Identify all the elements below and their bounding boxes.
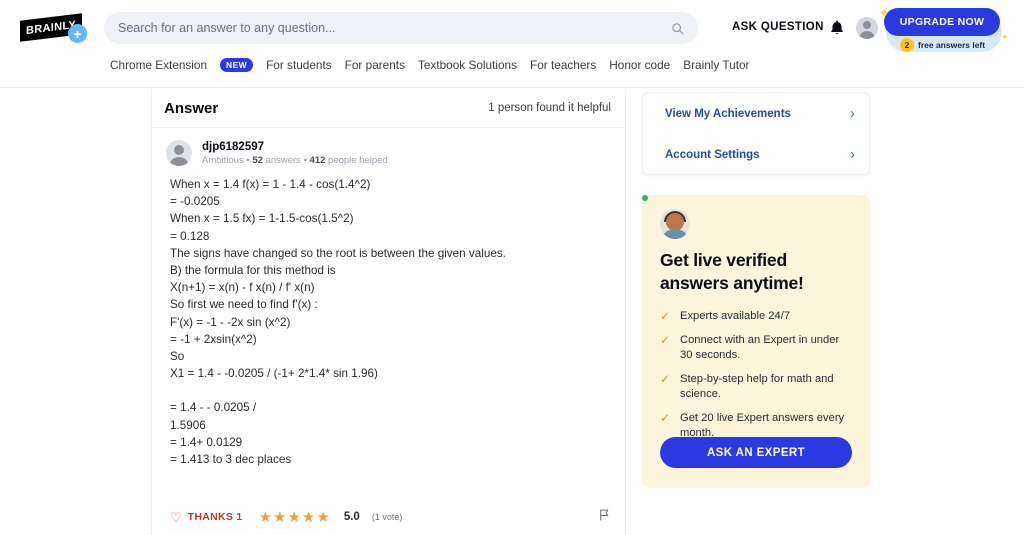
sidebar-item-label: View My Achievements [665,108,791,120]
author-rank: Ambitious [202,155,244,166]
answer-line: So first we need to find f'(x) : [170,296,611,313]
answer-line: X1 = 1.4 - -0.0205 / (-1+ 2*1.4* sin 1.9… [170,365,611,382]
search-bar[interactable] [104,12,698,44]
free-answers-count-badge: 2 [900,38,914,52]
answer-footer: ♡ THANKS 1 ★ ★ ★ ★ ★ 5.0 (1 vote) [152,499,625,535]
expert-avatar-icon [660,209,690,239]
answer-line: When x = 1.5 fx) = 1-1.5-cos(1.5^2) [170,210,611,227]
check-icon: ✓ [660,333,672,348]
author-answers-count: 52 [252,155,263,166]
author-helped-word: people helped [328,155,388,166]
free-answers-info: 2 free answers left [900,38,985,52]
answer-line: X(n+1) = x(n) - f x(n) / f' x(n) [170,279,611,296]
meta-sep: • [246,155,249,166]
upgrade-promo: ✦ UPGRADE NOW 2 free answers left ✦ [884,8,1006,54]
promo-benefit-text: Experts available 24/7 [680,309,790,324]
helpful-count: 1 person found it helpful [488,102,611,114]
ask-question-button[interactable]: ASK QUESTION [732,21,824,33]
list-item: ✓ Step-by-step help for math and science… [660,372,852,402]
answer-line: So [170,348,611,365]
heart-icon: ♡ [170,511,182,524]
live-expert-promo: Get live verified answers anytime! ✓ Exp… [642,195,870,488]
answer-line-blank [170,382,611,399]
thanks-label: THANKS 1 [188,511,243,523]
free-answers-label: free answers left [918,40,985,50]
bell-icon[interactable] [828,19,846,37]
list-item: ✓ Experts available 24/7 [660,309,852,324]
search-input[interactable] [104,21,664,35]
nav-item-for-parents[interactable]: For parents [345,58,405,72]
answer-line: = -1 + 2xsin(x^2) [170,331,611,348]
answer-line: B) the formula for this method is [170,262,611,279]
nav-item-chrome-extension[interactable]: Chrome Extension [110,58,207,72]
promo-benefits-list: ✓ Experts available 24/7 ✓ Connect with … [660,309,852,441]
logo-plus-icon: + [68,24,87,43]
star-icon[interactable]: ★ [302,510,315,525]
answer-line: = 1.4 - - 0.0205 / [170,399,611,416]
flag-icon[interactable] [598,508,611,527]
list-item: ✓ Connect with an Expert in under 30 sec… [660,333,852,363]
primary-nav: Chrome Extension NEW For students For pa… [110,58,749,72]
answer-line: When x = 1.4 f(x) = 1 - 1.4 - cos(1.4^2) [170,176,611,193]
ask-an-expert-button[interactable]: ASK AN EXPERT [660,437,852,468]
author-stats: Ambitious • 52 answers • 412 people help… [202,155,388,166]
sidebar-item-label: Account Settings [665,149,760,161]
answer-card: Answer 1 person found it helpful djp6182… [151,89,626,535]
thanks-button[interactable]: ♡ THANKS 1 [170,511,243,524]
chevron-right-icon: › [850,106,855,121]
star-icon[interactable]: ★ [273,510,286,525]
answer-line: 1.5906 [170,417,611,434]
nav-item-brainly-tutor[interactable]: Brainly Tutor [683,58,749,72]
account-links-card: View My Achievements › Account Settings … [642,92,870,175]
answer-line: = 1.4+ 0.0129 [170,434,611,451]
answer-author: djp6182597 Ambitious • 52 answers • 412 … [152,128,625,166]
site-header: BRAINLY + ASK QUESTION ✦ UPGRADE NOW [0,0,1024,88]
avatar-face [666,213,684,231]
author-avatar[interactable] [166,140,192,166]
star-icon[interactable]: ★ [287,510,300,525]
nav-new-badge: NEW [220,58,253,72]
check-icon: ✓ [660,411,672,426]
nav-item-for-students[interactable]: For students [266,58,332,72]
chevron-right-icon: › [850,147,855,162]
nav-item-honor-code[interactable]: Honor code [609,58,670,72]
answer-line: = -0.0205 [170,193,611,210]
author-helped-count: 412 [310,155,326,166]
answer-line: = 1.413 to 3 dec places [170,451,611,468]
author-name[interactable]: djp6182597 [202,141,388,153]
brainly-logo[interactable]: BRAINLY + [20,14,92,42]
answer-card-header: Answer 1 person found it helpful [152,89,625,128]
sparkle-icon-small: ✦ [1001,32,1009,43]
rating-value: 5.0 [344,511,360,523]
check-icon: ✓ [660,372,672,387]
page-title: Answer [164,100,218,117]
author-answers-word: answers [266,155,301,166]
rating-stars[interactable]: ★ ★ ★ ★ ★ [259,510,330,525]
check-icon: ✓ [660,309,672,324]
rating-votes: (1 vote) [372,512,403,522]
brainly-page: BRAINLY + ASK QUESTION ✦ UPGRADE NOW [0,0,1024,535]
avatar-body [663,230,687,239]
promo-benefit-text: Step-by-step help for math and science. [680,372,852,402]
meta-sep-2: • [304,155,307,166]
answer-line: F'(x) = -1 - -2x sin (x^2) [170,314,611,331]
answer-text: When x = 1.4 f(x) = 1 - 1.4 - cos(1.4^2)… [152,166,625,468]
sidebar-item-account-settings[interactable]: Account Settings › [643,134,869,175]
user-avatar-icon[interactable] [856,17,878,39]
star-icon[interactable]: ★ [259,510,272,525]
promo-benefit-text: Connect with an Expert in under 30 secon… [680,333,852,363]
nav-item-for-teachers[interactable]: For teachers [530,58,596,72]
answer-line: The signs have changed so the root is be… [170,245,611,262]
sidebar-item-view-my-achievements[interactable]: View My Achievements › [643,93,869,134]
promo-title: Get live verified answers anytime! [660,249,852,295]
online-status-dot [641,194,649,202]
star-icon[interactable]: ★ [316,510,329,525]
upgrade-now-button[interactable]: UPGRADE NOW [884,8,1000,36]
answer-line: = 0.128 [170,228,611,245]
search-icon[interactable] [664,22,690,35]
nav-item-textbook-solutions[interactable]: Textbook Solutions [418,58,517,72]
